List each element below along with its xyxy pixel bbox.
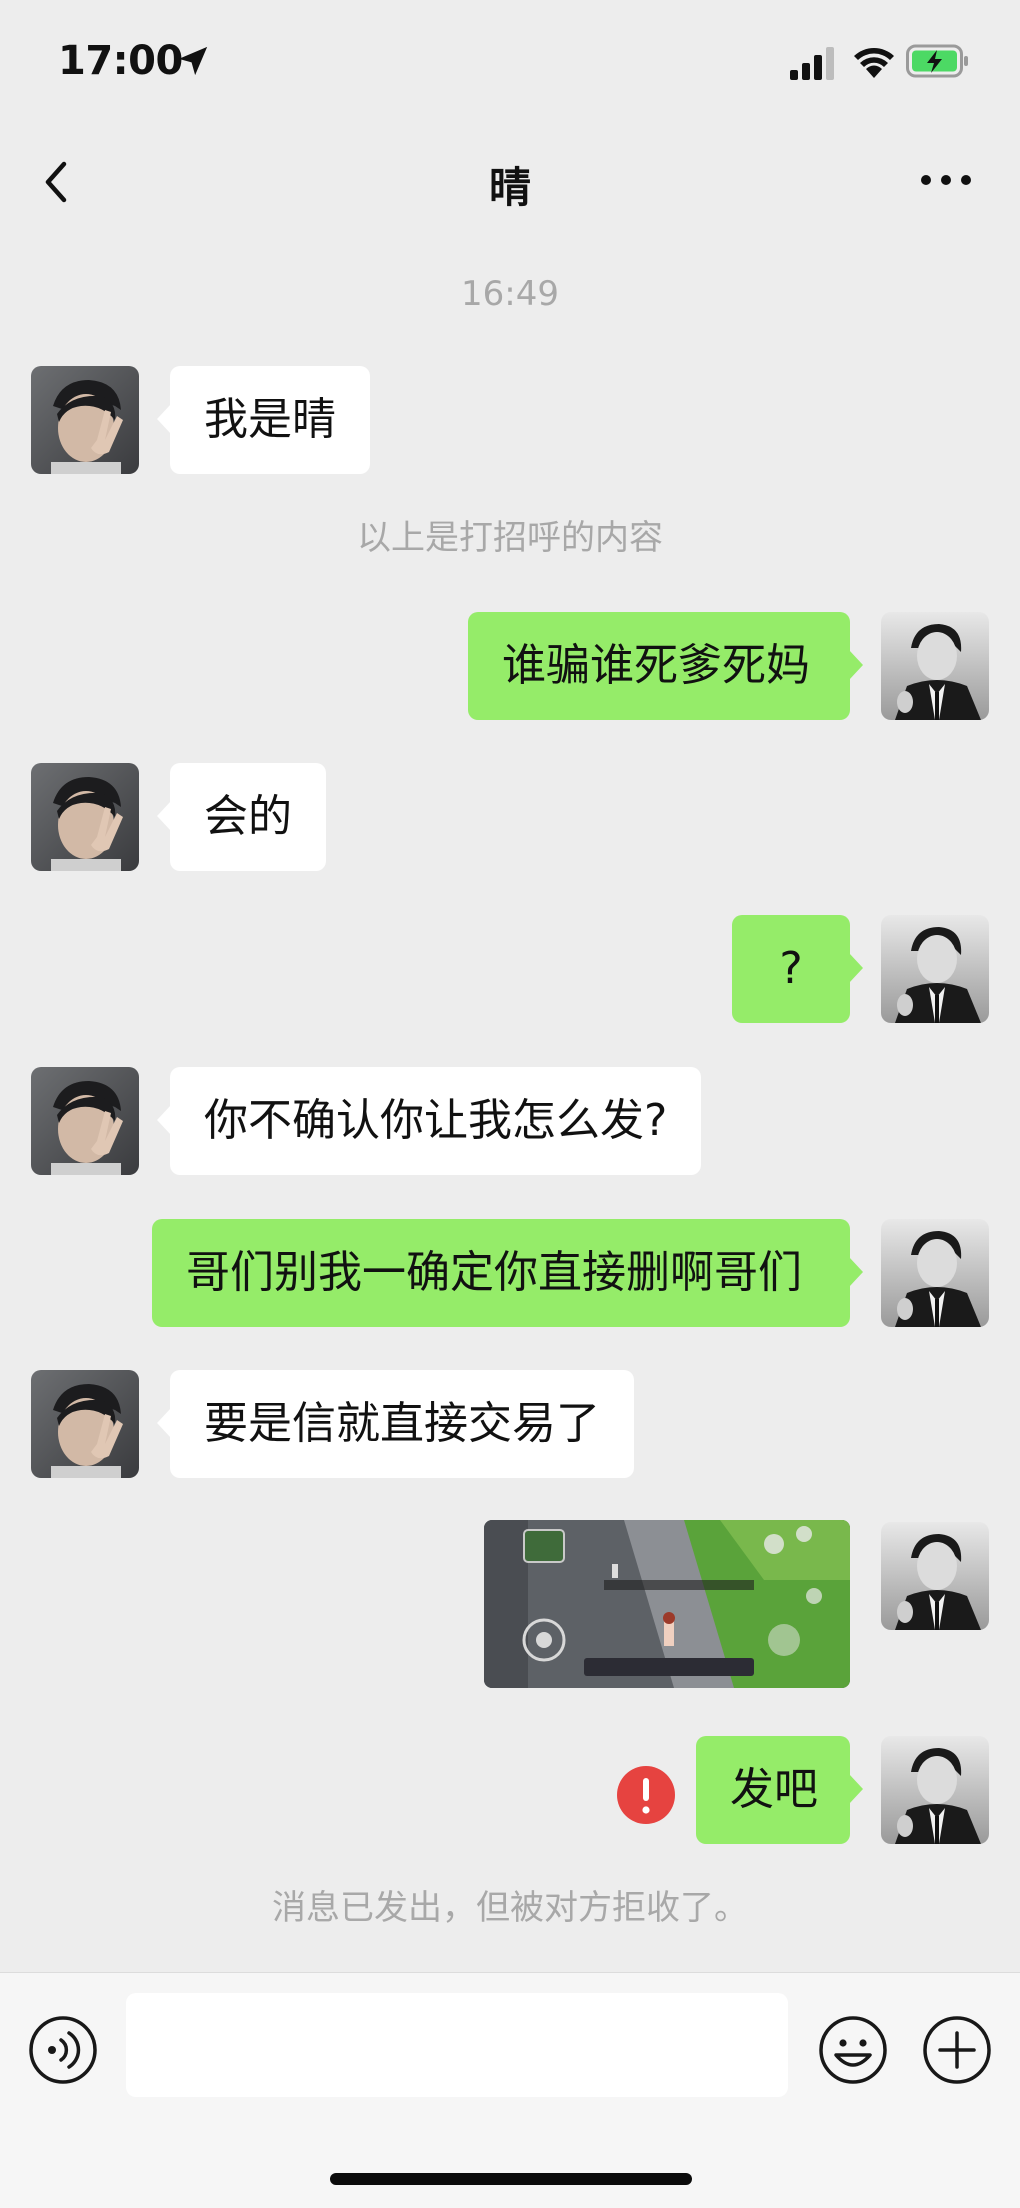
my-avatar[interactable]: [881, 915, 989, 1023]
contact-avatar[interactable]: [31, 763, 139, 871]
my-avatar[interactable]: [881, 1522, 989, 1630]
message-text-input[interactable]: [126, 1993, 788, 2097]
contact-avatar[interactable]: [31, 1370, 139, 1478]
my-avatar[interactable]: [881, 1219, 989, 1327]
more-dots-icon[interactable]: [918, 166, 974, 194]
battery-charging-icon: [906, 44, 968, 78]
my-avatar[interactable]: [881, 1736, 989, 1844]
outgoing-message-bubble[interactable]: 发吧: [696, 1736, 863, 1844]
game-screenshot-image[interactable]: [484, 1520, 850, 1688]
location-arrow-icon: [178, 46, 208, 76]
cellular-signal-icon: [790, 47, 834, 80]
message-timestamp: 16:49: [461, 274, 559, 314]
wifi-icon: [854, 48, 894, 78]
greeting-notice: 以上是打招呼的内容: [357, 518, 663, 558]
add-plus-icon[interactable]: [922, 2015, 992, 2085]
incoming-message-bubble[interactable]: 会的: [157, 763, 326, 871]
outgoing-message-bubble[interactable]: 哥们别我一确定你直接删啊哥们: [152, 1219, 863, 1327]
incoming-message-bubble[interactable]: 要是信就直接交易了: [157, 1370, 634, 1478]
status-bar: 17:00: [0, 0, 1020, 120]
outgoing-message-bubble[interactable]: ?: [732, 915, 863, 1023]
chat-message-list[interactable]: 16:49 我是晴 以上是打招呼的内容 谁骗谁死爹死妈 会的 ? 你不确认你让我…: [0, 240, 1020, 1972]
contact-avatar[interactable]: [31, 1067, 139, 1175]
incoming-message-bubble[interactable]: 我是晴: [157, 366, 370, 474]
navigation-bar: 晴: [0, 120, 1020, 240]
home-indicator[interactable]: [330, 2173, 692, 2185]
error-exclamation-icon[interactable]: [616, 1765, 676, 1825]
voice-input-icon[interactable]: [28, 2015, 98, 2085]
rejected-notice: 消息已发出，但被对方拒收了。: [272, 1888, 748, 1928]
contact-avatar[interactable]: [31, 366, 139, 474]
my-avatar[interactable]: [881, 612, 989, 720]
chat-title: 晴: [488, 163, 531, 212]
emoji-smile-icon[interactable]: [818, 2015, 888, 2085]
incoming-message-bubble[interactable]: 你不确认你让我怎么发?: [156, 1067, 702, 1175]
outgoing-message-bubble[interactable]: 谁骗谁死爹死妈: [468, 612, 863, 720]
message-input-bar: [0, 1972, 1020, 2208]
status-time: 17:00: [58, 38, 183, 84]
